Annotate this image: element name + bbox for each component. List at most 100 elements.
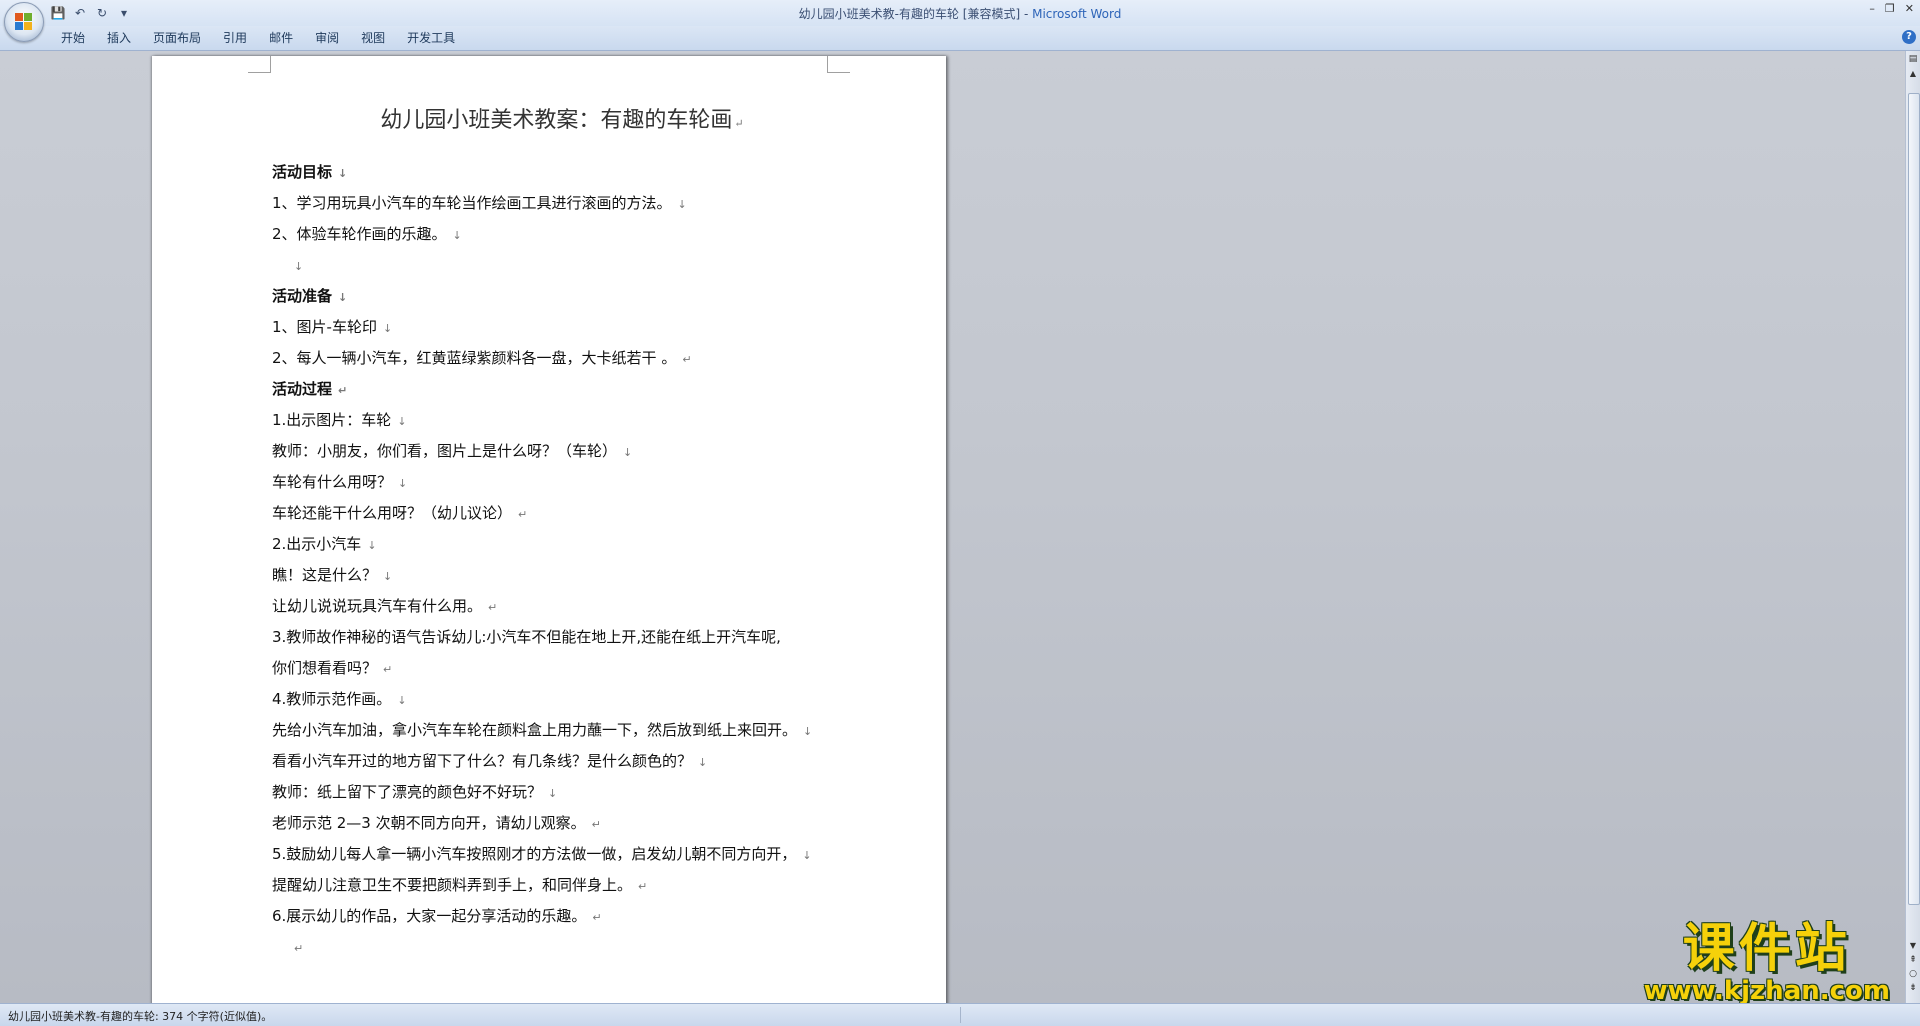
window-title: 幼儿园小班美术教-有趣的车轮 [兼容模式] - Microsoft Word bbox=[0, 5, 1920, 22]
paragraph[interactable]: ↵ bbox=[272, 932, 852, 963]
paragraph[interactable]: 你们想看看吗？ ↵ bbox=[272, 653, 852, 684]
paragraph[interactable]: 看看小汽车开过的地方留下了什么？有几条线？是什么颜色的？ ↓ bbox=[272, 746, 852, 777]
paragraph-mark-icon: ↓ bbox=[294, 260, 304, 273]
watermark-url: www.kjzhan.com bbox=[1643, 976, 1890, 1006]
status-divider bbox=[960, 1007, 961, 1023]
help-icon[interactable]: ? bbox=[1902, 30, 1916, 44]
paragraph-text: 看看小汽车开过的地方留下了什么？有几条线？是什么颜色的？ bbox=[272, 752, 693, 770]
next-page-icon[interactable]: ⇟ bbox=[1907, 983, 1919, 995]
watermark-main: 课件站 bbox=[1682, 919, 1851, 979]
paragraph-mark-icon: ↓ bbox=[802, 849, 812, 862]
paragraph-mark-icon: ↵ bbox=[488, 601, 498, 614]
paragraph[interactable]: 瞧！这是什么？ ↓ bbox=[272, 560, 852, 591]
paragraph[interactable]: 6.展示幼儿的作品，大家一起分享活动的乐趣。 ↵ bbox=[272, 901, 852, 932]
paragraph[interactable]: 1、图片-车轮印 ↓ bbox=[272, 312, 852, 343]
paragraph[interactable]: 1.出示图片：车轮 ↓ bbox=[272, 405, 852, 436]
paragraph-text: 让幼儿说说玩具汽车有什么用。 bbox=[272, 597, 483, 615]
paragraph-mark-icon: ↵ bbox=[591, 818, 601, 831]
paragraph[interactable]: 车轮有什么用呀？ ↓ bbox=[272, 467, 852, 498]
paragraph-text: 提醒幼儿注意卫生不要把颜料弄到手上，和同伴身上。 bbox=[272, 876, 633, 894]
view-ruler-icon[interactable]: ▤ bbox=[1907, 53, 1919, 65]
paragraph[interactable]: ↓ bbox=[272, 250, 852, 281]
tab-review[interactable]: 审阅 bbox=[304, 30, 350, 46]
vertical-scrollbar[interactable]: ▤ ▲ ▼ ⇞ ○ ⇟ bbox=[1905, 51, 1920, 1003]
paragraph-mark-icon: ↓ bbox=[677, 198, 687, 211]
scroll-thumb[interactable] bbox=[1908, 93, 1920, 905]
tab-home[interactable]: 开始 bbox=[50, 30, 96, 46]
watermark: 课件站 www.kjzhan.com bbox=[1644, 921, 1890, 1005]
section-heading[interactable]: 活动准备 ↓ bbox=[272, 281, 852, 312]
document-title: 幼儿园小班美术教案：有趣的车轮画 ↵ bbox=[380, 108, 744, 133]
tab-references[interactable]: 引用 bbox=[212, 30, 258, 46]
section-heading[interactable]: 活动目标 ↓ bbox=[272, 157, 852, 188]
restore-button[interactable]: ❐ bbox=[1885, 2, 1895, 15]
tab-mailings[interactable]: 邮件 bbox=[258, 30, 304, 46]
paragraph-text: 活动目标 bbox=[272, 163, 333, 181]
paragraph[interactable]: 4.教师示范作画。 ↓ bbox=[272, 684, 852, 715]
document-workspace: 幼儿园小班美术教案：有趣的车轮画 ↵ 活动目标 ↓ 1、学习用玩具小汽车的车轮当作绘画… bbox=[0, 51, 1906, 1008]
paragraph[interactable]: 车轮还能干什么用呀？（幼儿议论） ↵ bbox=[272, 498, 852, 529]
section-heading[interactable]: 活动过程 ↵ bbox=[272, 374, 852, 405]
document-body[interactable]: 幼儿园小班美术教案：有趣的车轮画 ↵ 活动目标 ↓ 1、学习用玩具小汽车的车轮当作绘画… bbox=[272, 106, 852, 963]
paragraph-text: 车轮有什么用呀？ bbox=[272, 473, 393, 491]
margin-corner-right bbox=[827, 56, 850, 73]
paragraph-text: 1、学习用玩具小汽车的车轮当作绘画工具进行滚画的方法。 bbox=[272, 194, 672, 212]
paragraph-text: 2、每人一辆小汽车，红黄蓝绿紫颜料各一盘，大卡纸若干 。 bbox=[272, 349, 677, 367]
paragraph-mark-icon: ↵ bbox=[638, 880, 648, 893]
paragraph-mark-icon: ↓ bbox=[623, 446, 633, 459]
paragraph[interactable]: 先给小汽车加油，拿小汽车车轮在颜料盒上用力蘸一下，然后放到纸上来回开。 ↓ bbox=[272, 715, 852, 746]
paragraph[interactable]: 1、学习用玩具小汽车的车轮当作绘画工具进行滚画的方法。 ↓ bbox=[272, 188, 852, 219]
paragraph-text: 5.鼓励幼儿每人拿一辆小汽车按照刚才的方法做一做，启发幼儿朝不同方向开， bbox=[272, 845, 797, 863]
paragraph-text: 2、体验车轮作画的乐趣。 bbox=[272, 225, 447, 243]
paragraph-text: 活动过程 bbox=[272, 380, 333, 398]
document-page[interactable]: 幼儿园小班美术教案：有趣的车轮画 ↵ 活动目标 ↓ 1、学习用玩具小汽车的车轮当作绘画… bbox=[152, 56, 946, 1008]
paragraph[interactable]: 5.鼓励幼儿每人拿一辆小汽车按照刚才的方法做一做，启发幼儿朝不同方向开， ↓ bbox=[272, 839, 852, 870]
paragraph-mark-icon: ↓ bbox=[698, 756, 708, 769]
document-title-text: 幼儿园小班美术教案：有趣的车轮画 bbox=[380, 108, 733, 133]
ribbon-tab-row: 开始 插入 页面布局 引用 邮件 审阅 视图 开发工具 bbox=[0, 26, 1920, 51]
paragraph[interactable]: 提醒幼儿注意卫生不要把颜料弄到手上，和同伴身上。 ↵ bbox=[272, 870, 852, 901]
paragraph-mark-icon: ↵ bbox=[383, 663, 393, 676]
tab-insert[interactable]: 插入 bbox=[96, 30, 142, 46]
close-button[interactable]: ✕ bbox=[1905, 2, 1914, 15]
paragraph[interactable]: 老师示范 2—3 次朝不同方向开，请幼儿观察。 ↵ bbox=[272, 808, 852, 839]
paragraph[interactable]: 让幼儿说说玩具汽车有什么用。 ↵ bbox=[272, 591, 852, 622]
paragraph-text: 先给小汽车加油，拿小汽车车轮在颜料盒上用力蘸一下，然后放到纸上来回开。 bbox=[272, 721, 798, 739]
tab-view[interactable]: 视图 bbox=[350, 30, 396, 46]
paragraph[interactable]: 教师：小朋友，你们看，图片上是什么呀？（车轮） ↓ bbox=[272, 436, 852, 467]
paragraph-mark-icon: ↵ bbox=[294, 942, 304, 955]
status-bar: 幼儿园小班美术教-有趣的车轮: 374 个字符(近似值)。 bbox=[0, 1003, 1920, 1026]
tab-developer[interactable]: 开发工具 bbox=[396, 30, 466, 46]
paragraph-mark-icon: ↓ bbox=[397, 415, 407, 428]
paragraph[interactable]: 2、每人一辆小汽车，红黄蓝绿紫颜料各一盘，大卡纸若干 。 ↵ bbox=[272, 343, 852, 374]
paragraph[interactable]: 2.出示小汽车 ↓ bbox=[272, 529, 852, 560]
window-title-app: Microsoft Word bbox=[1032, 7, 1122, 21]
paragraph[interactable]: 3.教师故作神秘的语气告诉幼儿:小汽车不但能在地上开,还能在纸上开汽车呢, bbox=[272, 622, 852, 653]
status-word-count[interactable]: 幼儿园小班美术教-有趣的车轮: 374 个字符(近似值)。 bbox=[8, 1008, 272, 1024]
window-title-doc: 幼儿园小班美术教-有趣的车轮 [兼容模式] - bbox=[798, 7, 1033, 21]
paragraph-text: 活动准备 bbox=[272, 287, 333, 305]
paragraph-mark-icon: ↓ bbox=[338, 291, 348, 304]
paragraph-mark-icon: ↓ bbox=[548, 787, 558, 800]
paragraph-text: 2.出示小汽车 bbox=[272, 535, 362, 553]
paragraph-mark-icon: ↓ bbox=[383, 570, 393, 583]
paragraph-mark-icon: ↓ bbox=[452, 229, 462, 242]
select-browse-object-icon[interactable]: ○ bbox=[1907, 969, 1919, 981]
paragraph-mark-icon: ↵ bbox=[592, 911, 602, 924]
scroll-up-arrow-icon[interactable]: ▲ bbox=[1907, 69, 1919, 79]
paragraph-mark-icon: ↓ bbox=[398, 477, 408, 490]
paragraph-mark-icon: ↓ bbox=[382, 322, 393, 335]
paragraph[interactable]: 2、体验车轮作画的乐趣。 ↓ bbox=[272, 219, 852, 250]
paragraph-text: 1、图片-车轮印 bbox=[272, 318, 377, 336]
scroll-down-arrow-icon[interactable]: ▼ bbox=[1907, 941, 1919, 951]
margin-corner-left bbox=[248, 56, 271, 73]
paragraph-text: 6.展示幼儿的作品，大家一起分享活动的乐趣。 bbox=[272, 907, 587, 925]
office-logo-icon bbox=[15, 13, 33, 31]
paragraph-text: 3.教师故作神秘的语气告诉幼儿:小汽车不但能在地上开,还能在纸上开汽车呢, bbox=[272, 628, 781, 646]
tab-page-layout[interactable]: 页面布局 bbox=[142, 30, 212, 46]
paragraph[interactable]: 教师：纸上留下了漂亮的颜色好不好玩？ ↓ bbox=[272, 777, 852, 808]
previous-page-icon[interactable]: ⇞ bbox=[1907, 955, 1919, 967]
paragraph-text: 1.出示图片：车轮 bbox=[272, 411, 392, 429]
office-button[interactable] bbox=[4, 2, 44, 42]
minimize-button[interactable]: – bbox=[1869, 2, 1875, 15]
